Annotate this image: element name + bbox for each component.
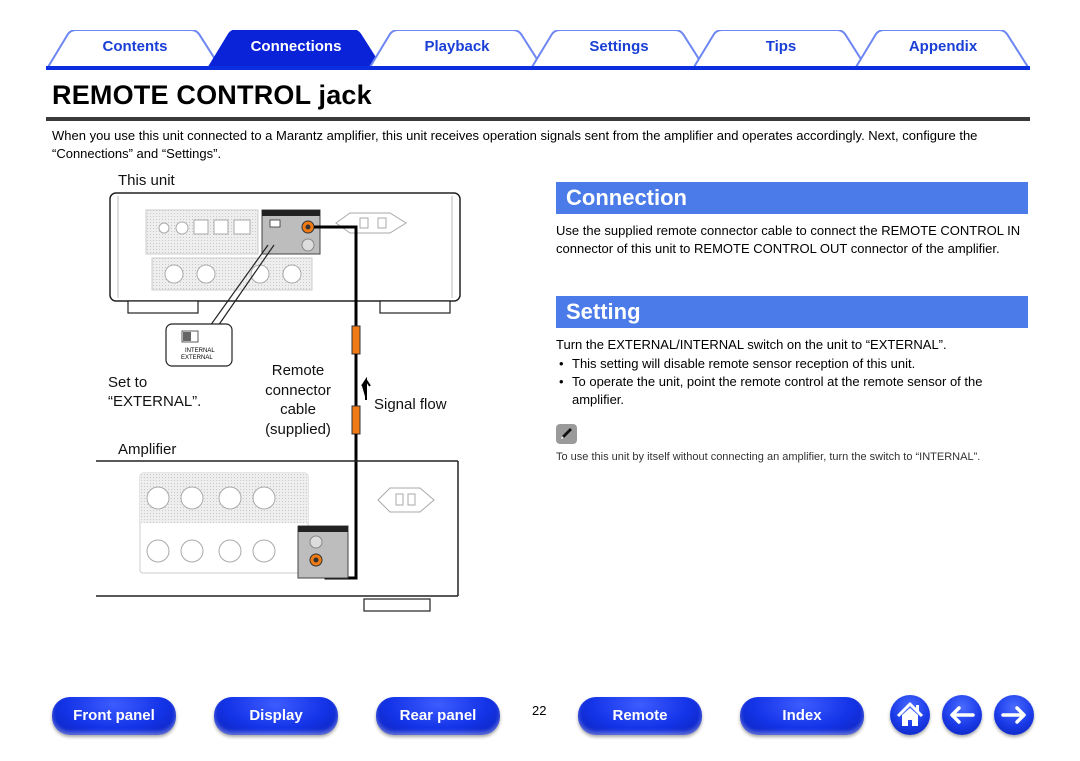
tab-settings[interactable]: Settings — [530, 30, 708, 67]
home-button[interactable] — [890, 695, 930, 735]
tab-contents[interactable]: Contents — [46, 30, 224, 67]
list-item: To operate the unit, point the remote co… — [556, 373, 1028, 409]
tab-underline — [46, 66, 1030, 70]
tab-playback[interactable]: Playback — [368, 30, 546, 67]
set-to-external-label: Set to “EXTERNAL”. — [108, 374, 202, 410]
page-title: REMOTE CONTROL jack — [52, 80, 372, 110]
tab-connections[interactable]: Connections — [207, 30, 385, 67]
title-divider — [46, 117, 1030, 121]
list-item: This setting will disable remote sensor … — [556, 355, 1028, 373]
connection-heading: Connection — [556, 182, 1028, 214]
display-button[interactable]: Display — [214, 697, 338, 735]
arrow-left-icon — [950, 706, 975, 724]
tab-label: Appendix — [908, 38, 978, 55]
tab-tips[interactable]: Tips — [692, 30, 870, 67]
tab-label: Settings — [589, 38, 649, 55]
this-unit-rear-panel — [109, 192, 461, 314]
tab-label: Tips — [765, 38, 797, 55]
cable-plug-bottom — [351, 405, 361, 435]
pencil-icon — [556, 424, 577, 444]
signal-flow-arrow — [361, 376, 371, 400]
rear-panel-button[interactable]: Rear panel — [376, 697, 500, 735]
tab-bar: Contents Connections Playback Settings T… — [46, 30, 1030, 70]
connection-diagram: This unit INTERNAL EXTERNAL Set to “EXTE… — [90, 168, 470, 628]
switch-internal-label: INTERNAL — [185, 348, 215, 354]
page-number: 22 — [532, 703, 547, 718]
cable-plug-top — [351, 325, 361, 355]
home-icon — [896, 702, 924, 726]
index-button[interactable]: Index — [740, 697, 864, 735]
setting-bullets: This setting will disable remote sensor … — [556, 355, 1028, 409]
front-panel-button[interactable]: Front panel — [52, 697, 176, 735]
amplifier-rear-panel — [96, 460, 459, 612]
setting-text: Turn the EXTERNAL/INTERNAL switch on the… — [556, 337, 947, 352]
setting-heading: Setting — [556, 296, 1028, 328]
note-text: To use this unit by itself without conne… — [556, 451, 981, 463]
remote-button[interactable]: Remote — [578, 697, 702, 735]
cable-label: Remote connector cable (supplied) — [265, 362, 331, 438]
forward-button[interactable] — [994, 695, 1034, 735]
tab-label: Contents — [102, 38, 168, 55]
signal-flow-label: Signal flow — [374, 396, 447, 413]
switch-external-label: EXTERNAL — [181, 355, 213, 361]
amplifier-label: Amplifier — [118, 441, 177, 458]
tab-appendix[interactable]: Appendix — [854, 30, 1032, 67]
connection-text: Use the supplied remote connector cable … — [556, 223, 1021, 256]
arrow-right-icon — [1001, 706, 1026, 724]
tab-label: Connections — [250, 38, 342, 55]
tab-label: Playback — [424, 38, 490, 55]
intro-text: When you use this unit connected to a Ma… — [52, 128, 978, 161]
back-button[interactable] — [942, 695, 982, 735]
